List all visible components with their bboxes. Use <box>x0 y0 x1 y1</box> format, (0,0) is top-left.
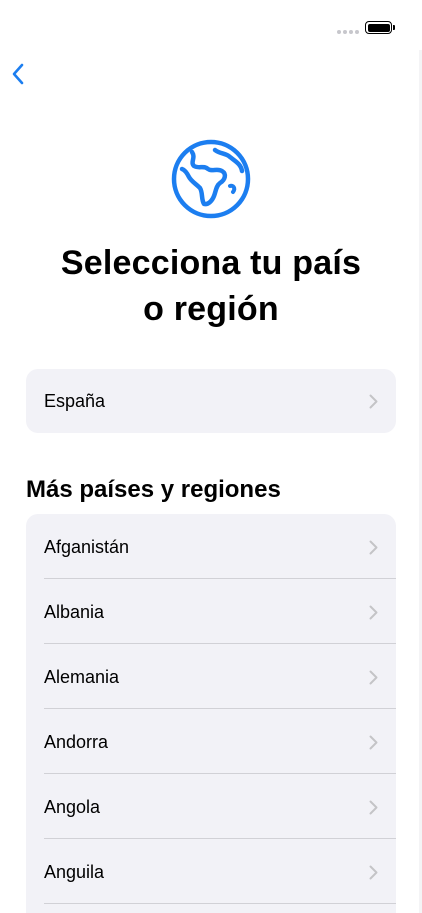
globe-icon <box>171 139 251 219</box>
cellular-signal-icon <box>337 30 359 34</box>
battery-cap <box>393 25 395 30</box>
current-region-card: España <box>26 369 396 433</box>
row-divider <box>44 903 396 904</box>
list-item-region[interactable]: Anguila <box>26 839 396 904</box>
section-header: Más países y regiones <box>26 476 281 503</box>
list-item-label: Andorra <box>44 731 109 752</box>
list-item-region[interactable]: Angola <box>26 774 396 839</box>
battery-full-icon <box>365 21 392 34</box>
chevron-right-icon <box>369 540 378 554</box>
list-item-region[interactable]: Afganistán <box>26 514 396 579</box>
list-item-label: Afganistán <box>44 536 130 557</box>
list-item-label: Angola <box>44 796 101 817</box>
chevron-left-icon <box>12 63 24 85</box>
list-item-region[interactable]: Alemania <box>26 644 396 709</box>
chevron-right-icon <box>369 605 378 619</box>
chevron-right-icon <box>369 800 378 814</box>
list-item-label: Anguila <box>44 861 105 882</box>
chevron-right-icon <box>369 735 378 749</box>
region-list: Afganistán Albania Alemania Andorra Ango… <box>26 514 396 913</box>
page-title: Selecciona tu país o región <box>0 240 422 332</box>
list-item-region[interactable]: Andorra <box>26 709 396 774</box>
current-region-label: España <box>44 391 106 411</box>
status-bar <box>0 0 422 56</box>
chevron-right-icon <box>369 670 378 684</box>
back-button[interactable] <box>4 60 32 88</box>
chevron-right-icon <box>369 394 378 409</box>
page-title-line-1: Selecciona tu país <box>60 244 362 282</box>
page-title-line-2: o región <box>143 290 279 328</box>
list-item-label: Alemania <box>44 666 120 687</box>
chevron-right-icon <box>369 865 378 879</box>
list-item-label: Albania <box>44 601 105 622</box>
list-item-region[interactable]: Albania <box>26 579 396 644</box>
current-region-row[interactable]: España <box>26 369 396 433</box>
